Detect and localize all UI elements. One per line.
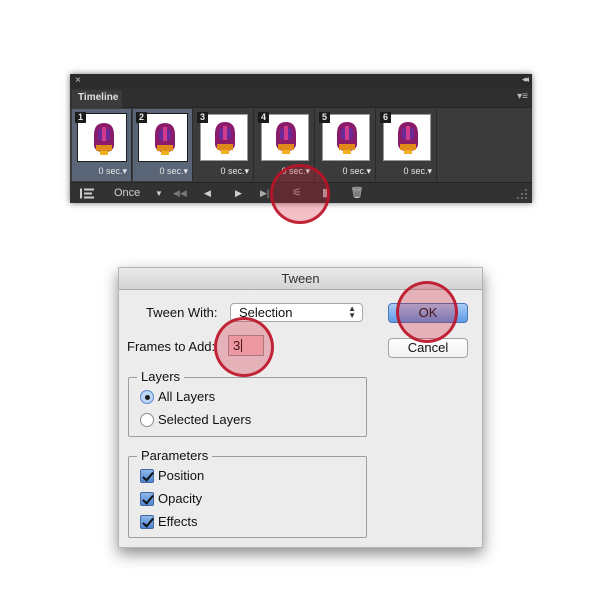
- effects-label[interactable]: Effects: [158, 514, 198, 529]
- frame-6[interactable]: 6 0 sec.▾: [377, 109, 437, 181]
- frame-number: 2: [136, 112, 147, 123]
- frame-1[interactable]: 1 0 sec.▾: [72, 109, 132, 181]
- position-label[interactable]: Position: [158, 468, 204, 483]
- panel-menu-icon[interactable]: ▾≡: [517, 91, 528, 102]
- close-icon[interactable]: ×: [75, 75, 81, 86]
- selected-layers-label[interactable]: Selected Layers: [158, 412, 251, 427]
- parameters-group-title: Parameters: [137, 448, 213, 463]
- checkbox-effects[interactable]: [140, 515, 154, 529]
- frame-number: 1: [75, 112, 86, 123]
- frame-2[interactable]: 2 0 sec.▾: [133, 109, 193, 181]
- checkbox-opacity[interactable]: [140, 492, 154, 506]
- previous-frame-icon[interactable]: ◀: [204, 186, 211, 201]
- frame-3[interactable]: 3 0 sec.▾: [194, 109, 254, 181]
- highlight-circle-frames-input: [214, 317, 274, 377]
- frame-strip: 1 0 sec.▾ 2 0 sec.▾ 3 0 sec.▾ 4 0 sec.▾ …: [72, 109, 442, 181]
- radio-selected-layers[interactable]: [140, 413, 154, 427]
- play-icon[interactable]: ▶: [235, 186, 242, 201]
- layers-group: Layers All Layers Selected Layers: [128, 369, 367, 437]
- helmet-sprite-icon: [215, 122, 235, 154]
- helmet-sprite-icon: [94, 123, 114, 155]
- updown-arrows-icon: ▲ ▼: [348, 304, 356, 320]
- frame-number: 4: [258, 112, 269, 123]
- resize-grip-icon[interactable]: [516, 188, 528, 200]
- panel-top-bar: × ◂◂: [70, 74, 532, 88]
- frame-delay[interactable]: 0 sec.▾: [342, 166, 371, 177]
- opacity-label[interactable]: Opacity: [158, 491, 202, 506]
- helmet-sprite-icon: [398, 122, 418, 154]
- collapse-icon[interactable]: ◂◂: [522, 74, 529, 85]
- convert-to-video-icon[interactable]: [80, 186, 94, 201]
- highlight-circle-ok-button: [396, 281, 458, 343]
- frame-number: 5: [319, 112, 330, 123]
- tween-with-label: Tween With:: [146, 305, 218, 320]
- first-frame-icon[interactable]: ◀◀: [173, 186, 187, 201]
- checkbox-position[interactable]: [140, 469, 154, 483]
- frame-delay[interactable]: 0 sec.▾: [403, 166, 432, 177]
- next-frame-icon[interactable]: ▶|: [260, 186, 269, 201]
- frame-delay[interactable]: 0 sec.▾: [159, 166, 188, 177]
- highlight-circle-tween-button: [270, 164, 330, 224]
- frame-delay[interactable]: 0 sec.▾: [98, 166, 127, 177]
- helmet-sprite-icon: [155, 123, 175, 155]
- helmet-sprite-icon: [276, 122, 296, 154]
- frames-to-add-label: Frames to Add:: [127, 339, 216, 354]
- frame-5[interactable]: 5 0 sec.▾: [316, 109, 376, 181]
- radio-all-layers[interactable]: [140, 390, 154, 404]
- chevron-down-icon[interactable]: ▼: [155, 186, 163, 201]
- trash-icon[interactable]: 🗑: [350, 186, 364, 201]
- tab-timeline[interactable]: Timeline: [72, 90, 122, 108]
- panel-tab-bar: Timeline ▾≡: [70, 88, 532, 108]
- helmet-sprite-icon: [337, 122, 357, 154]
- parameters-group: Parameters Position Opacity Effects: [128, 448, 367, 538]
- all-layers-label[interactable]: All Layers: [158, 389, 215, 404]
- frame-delay[interactable]: 0 sec.▾: [220, 166, 249, 177]
- frame-number: 6: [380, 112, 391, 123]
- frame-number: 3: [197, 112, 208, 123]
- layers-group-title: Layers: [137, 369, 185, 384]
